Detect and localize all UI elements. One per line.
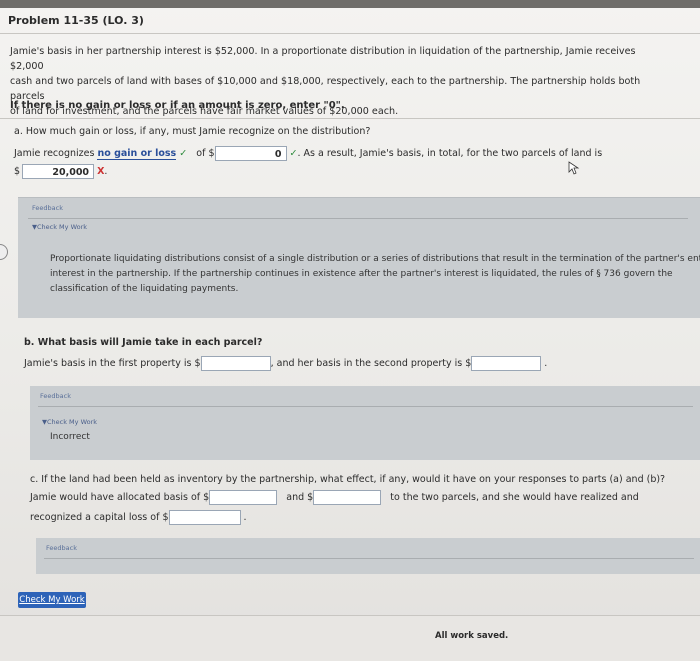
problem-title: Problem 11-35 (LO. 3): [8, 14, 144, 27]
feedback-panel-b: Feedback ▼Check My Work Incorrect: [30, 386, 700, 460]
capital-loss-input[interactable]: [168, 510, 241, 525]
label-first-property: Jamie's basis in the first property is $: [24, 358, 201, 369]
label-two-parcels: to the two parcels, and she would have r…: [390, 492, 639, 503]
allocated-basis-input-2[interactable]: [313, 490, 382, 505]
problem-text-line: Jamie's basis in her partnership interes…: [10, 46, 636, 72]
period: .: [544, 358, 548, 369]
label-allocated-basis: Jamie would have allocated basis of $: [30, 492, 210, 503]
feedback-panel-c: Feedback: [36, 538, 700, 574]
first-property-input[interactable]: [200, 356, 271, 371]
label-basis-total: . As a result, Jamie's basis, in total, …: [297, 148, 603, 159]
label-jamie-recognizes: Jamie recognizes: [14, 148, 95, 159]
scroll-indicator: [0, 244, 8, 260]
label-and: and $: [286, 492, 314, 503]
divider: [44, 558, 694, 559]
feedback-text-line: interest in the partnership. If the part…: [50, 269, 673, 279]
gain-loss-select[interactable]: no gain or loss: [97, 148, 177, 160]
feedback-label: Feedback: [40, 392, 71, 400]
check-icon: ✓: [179, 148, 188, 159]
footer-bar: [0, 615, 700, 661]
period: .: [243, 512, 247, 523]
dollar-sign: $: [14, 166, 21, 177]
question-a: a. How much gain or loss, if any, must J…: [14, 126, 371, 137]
check-icon: ✓: [289, 148, 298, 159]
allocated-basis-input-1[interactable]: [209, 490, 278, 505]
question-b: b. What basis will Jamie take in each pa…: [24, 337, 263, 348]
label-capital-loss: recognized a capital loss of $: [30, 512, 169, 523]
label-of: of $: [196, 148, 215, 159]
basis-total-input[interactable]: 20,000: [22, 164, 95, 179]
check-my-work-button[interactable]: Check My Work: [18, 592, 86, 608]
feedback-panel-a: Feedback ▼Check My Work Proportionate li…: [18, 197, 700, 318]
label-second-property: , and her basis in the second property i…: [270, 358, 472, 369]
divider: [28, 218, 688, 219]
answer-b-line: Jamie's basis in the first property is $…: [24, 356, 547, 371]
divider: [0, 33, 700, 34]
question-c: c. If the land had been held as inventor…: [30, 474, 666, 485]
top-bar: [0, 0, 700, 8]
divider: [38, 406, 693, 407]
mouse-cursor-icon: [568, 161, 580, 175]
answer-a-line: Jamie recognizes no gain or loss ✓ of $0…: [14, 146, 602, 161]
zero-rule: If there is no gain or loss or if an amo…: [10, 100, 345, 111]
divider: [0, 118, 700, 119]
check-my-work-toggle[interactable]: ▼Check My Work: [42, 418, 97, 426]
feedback-label: Feedback: [32, 204, 63, 212]
period: .: [104, 166, 108, 177]
feedback-text-line: Proportionate liquidating distributions …: [50, 254, 700, 264]
feedback-result: Incorrect: [50, 432, 90, 442]
answer-c-loss-line: recognized a capital loss of $ .: [30, 510, 247, 525]
feedback-label: Feedback: [46, 544, 77, 552]
feedback-text: Proportionate liquidating distributions …: [50, 252, 700, 297]
check-my-work-toggle[interactable]: ▼Check My Work: [32, 223, 87, 231]
answer-a-basis-line: $20,000 X.: [14, 164, 107, 179]
second-property-input[interactable]: [471, 356, 542, 371]
page: Problem 11-35 (LO. 3) Jamie's basis in h…: [0, 0, 700, 661]
feedback-text-line: classification of the liquidating paymen…: [50, 284, 239, 294]
gain-amount-input[interactable]: 0: [214, 146, 287, 161]
answer-c-line: Jamie would have allocated basis of $ an…: [30, 490, 639, 505]
save-status: All work saved.: [435, 631, 509, 641]
